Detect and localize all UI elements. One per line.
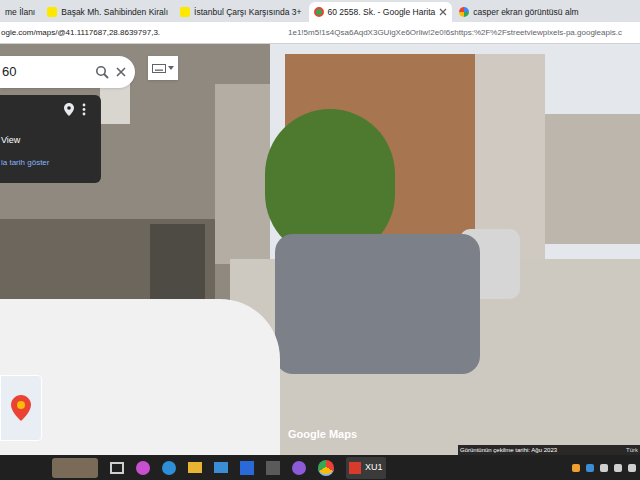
browser-tab[interactable]: me İlanı	[0, 2, 40, 22]
mail-icon[interactable]	[214, 462, 228, 473]
search-box[interactable]: 60	[0, 56, 135, 88]
taskbar-app[interactable]: XU1	[346, 457, 386, 479]
building	[545, 114, 640, 244]
app-label: XU1	[365, 461, 383, 475]
app-icon[interactable]	[292, 461, 306, 475]
date-link[interactable]: la tarih göster	[1, 157, 100, 169]
google-maps-logo: Google Maps	[288, 426, 357, 443]
app-icon	[349, 462, 361, 474]
sahibinden-favicon-icon	[180, 7, 190, 17]
url-text[interactable]: ogle.com/maps/@41.1117687,28.8639797,3.	[0, 27, 288, 39]
taskbar: XU1	[0, 455, 640, 480]
weather-thumbnail[interactable]	[52, 458, 98, 478]
dropdown-icon	[168, 66, 174, 70]
browser-tab[interactable]: casper ekran görüntüsü alm	[454, 2, 583, 22]
window	[100, 84, 130, 124]
car	[0, 299, 280, 455]
search-icon[interactable]	[95, 65, 109, 79]
capture-date: Görüntünün çekilme tarihi: Ağu 2023	[460, 446, 557, 455]
network-icon[interactable]	[600, 464, 608, 472]
volume-icon[interactable]	[614, 464, 622, 472]
url-text[interactable]: 1e1!5m5!1s4Qsa6AqdX3GUigXe6Orliw!2e0!6sh…	[288, 27, 622, 39]
system-tray	[572, 464, 636, 472]
store-icon[interactable]	[240, 461, 254, 475]
copilot-icon[interactable]	[136, 461, 150, 475]
tray-icon[interactable]	[572, 464, 580, 472]
tab-label[interactable]: casper ekran görüntüsü alm	[473, 6, 578, 19]
chrome-icon[interactable]	[318, 460, 334, 476]
search-value[interactable]: 60	[2, 62, 89, 82]
close-icon[interactable]	[115, 66, 127, 78]
location-pin-icon	[11, 395, 31, 421]
door	[150, 224, 205, 304]
tab-label[interactable]: me İlanı	[5, 6, 35, 19]
battery-icon[interactable]	[628, 464, 636, 472]
bluetooth-icon[interactable]	[586, 464, 594, 472]
edge-icon[interactable]	[162, 461, 176, 475]
more-icon[interactable]	[82, 103, 86, 116]
footer-link[interactable]: Türk	[626, 446, 638, 455]
google-favicon-icon	[459, 7, 469, 17]
folder-icon[interactable]	[188, 462, 202, 473]
browser-tab[interactable]: Başak Mh. Sahibinden Kiralı	[42, 2, 173, 22]
task-view-icon[interactable]	[110, 462, 124, 474]
tab-label[interactable]: 60 2558. Sk. - Google Harita	[328, 6, 436, 19]
close-tab-icon[interactable]	[439, 8, 447, 16]
address-bar[interactable]: ogle.com/maps/@41.1117687,28.8639797,3. …	[0, 22, 640, 44]
tool-icon[interactable]	[266, 461, 280, 475]
browser-tab[interactable]: İstanbul Çarşı Karşısında 3+	[175, 2, 307, 22]
tab-label[interactable]: Başak Mh. Sahibinden Kiralı	[61, 6, 168, 19]
tab-strip: me İlanı Başak Mh. Sahibinden Kiralı İstan…	[0, 0, 640, 22]
tab-label[interactable]: İstanbul Çarşı Karşısında 3+	[194, 6, 302, 19]
building	[215, 84, 270, 264]
info-panel: View la tarih göster	[0, 95, 101, 183]
street-view[interactable]: 60 View la tarih göster Google Maps Görü…	[0, 44, 640, 455]
keyboard-icon	[152, 64, 166, 73]
browser-tab[interactable]: 60 2558. Sk. - Google Harita	[309, 2, 453, 22]
keyboard-button[interactable]	[148, 56, 178, 80]
panel-title: View	[1, 134, 100, 148]
map-footer: Görüntünün çekilme tarihi: Ağu 2023 Türk	[458, 445, 640, 455]
minimap[interactable]	[0, 375, 42, 441]
sahibinden-favicon-icon	[47, 7, 57, 17]
maps-favicon-icon	[314, 7, 324, 17]
van	[275, 234, 480, 374]
screen: me İlanı Başak Mh. Sahibinden Kiralı İstan…	[0, 0, 640, 480]
pin-icon[interactable]	[64, 103, 74, 116]
